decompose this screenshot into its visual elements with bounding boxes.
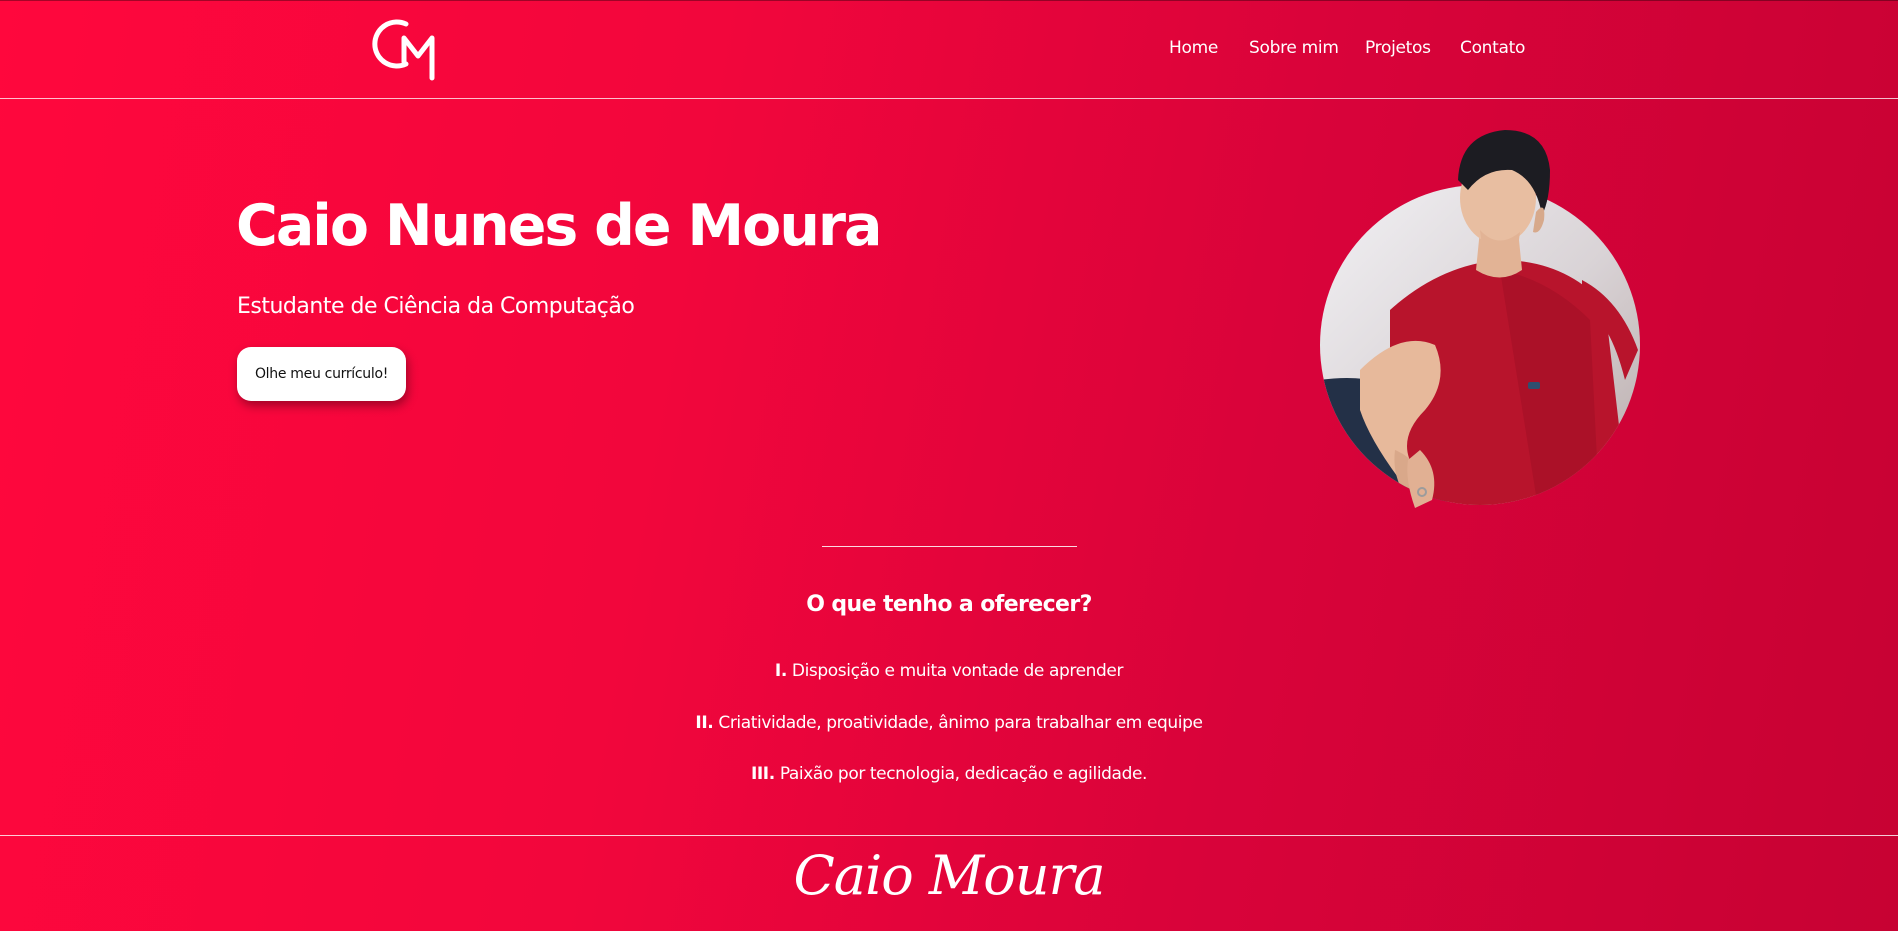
offer-item-text: Criatividade, proatividade, ânimo para t… [718,713,1203,733]
hero-title: Caio Nunes de Moura [236,193,882,259]
nav-home[interactable]: Home [1169,38,1218,58]
main-nav: Home Sobre mim Projetos Contato [1150,38,1530,64]
profile-photo [1300,120,1640,510]
offer-item: III. Paixão por tecnologia, dedicação e … [0,764,1898,784]
offer-title: O que tenho a oferecer? [806,592,1092,617]
nav-projetos[interactable]: Projetos [1365,38,1431,58]
footer-divider [0,835,1898,836]
footer-signature: Caio Moura [793,844,1105,907]
site-header: Home Sobre mim Projetos Contato [0,0,1898,99]
offer-item: II. Criatividade, proatividade, ânimo pa… [0,713,1898,733]
curriculum-button[interactable]: Olhe meu currículo! [237,347,406,401]
offer-item-numeral: I. [774,661,787,681]
offer-item-text: Disposição e muita vontade de aprender [791,661,1124,681]
hero-subtitle: Estudante de Ciência da Computação [237,294,635,319]
section-divider [822,546,1077,547]
offer-item: I. Disposição e muita vontade de aprende… [0,661,1898,681]
offer-item-numeral: II. [695,713,714,733]
offer-item-numeral: III. [750,764,775,784]
nav-sobre-mim[interactable]: Sobre mim [1249,38,1339,58]
nav-contato[interactable]: Contato [1460,38,1525,58]
cm-logo-icon[interactable] [372,16,448,82]
offer-item-text: Paixão por tecnologia, dedicação e agili… [779,764,1148,784]
